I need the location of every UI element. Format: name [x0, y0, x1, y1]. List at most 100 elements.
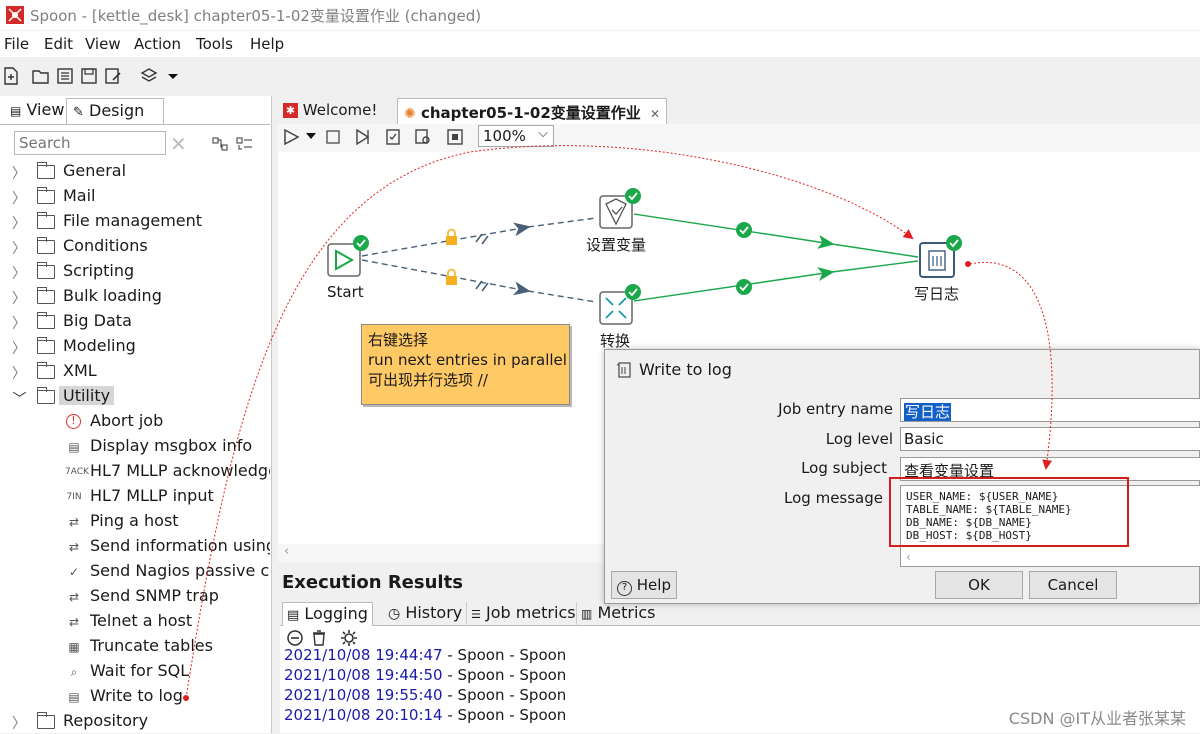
chevron-right-icon: 〉: [12, 166, 26, 182]
tree-category-bulk-loading[interactable]: 〉 Bulk loading: [0, 285, 270, 309]
log-line: 2021/10/08 20:10:14 - Spoon - Spoon: [284, 706, 566, 724]
tree-item-telnet[interactable]: ⇄ Telnet a host: [0, 610, 270, 634]
watermark: CSDN @IT从业者张某某: [1008, 709, 1186, 728]
save-as-icon[interactable]: [104, 67, 122, 85]
search-input[interactable]: [14, 131, 166, 155]
layers-icon[interactable]: [140, 67, 158, 85]
menu-file[interactable]: File: [4, 35, 29, 53]
tree-category-utility[interactable]: 〉 Utility: [0, 385, 270, 409]
tree-category-file-management[interactable]: 〉 File management: [0, 210, 270, 234]
tree-item-write-to-log[interactable]: ▤ Write to log: [0, 685, 270, 709]
help-button-label: Help: [636, 576, 671, 594]
tree-item-ping-host[interactable]: ⇄ Ping a host: [0, 510, 270, 534]
canvas-note[interactable]: 右键选择 run next entries in parallel 可出现并行选…: [361, 324, 570, 405]
save-icon[interactable]: [80, 67, 98, 85]
run-icon[interactable]: [282, 128, 302, 146]
tab-job-metrics[interactable]: ☰ Job metrics: [466, 602, 580, 626]
log-level-select[interactable]: Basic: [900, 427, 1200, 451]
ok-button[interactable]: OK: [935, 571, 1023, 599]
gear-icon[interactable]: [340, 629, 358, 647]
hop-start-to-setvars[interactable]: [361, 222, 531, 257]
tab-welcome[interactable]: ✱ Welcome!: [277, 98, 383, 124]
menu-view[interactable]: View: [85, 35, 121, 53]
transformation-node[interactable]: [599, 284, 641, 325]
folder-icon: [36, 712, 55, 729]
tab-metrics-label: Metrics: [597, 603, 656, 622]
new-file-icon[interactable]: [2, 67, 20, 85]
cancel-button[interactable]: Cancel: [1029, 571, 1117, 599]
tree-item-send-snmp[interactable]: ⇄ Send SNMP trap: [0, 585, 270, 609]
set-variables-node[interactable]: [599, 188, 641, 229]
menu-edit[interactable]: Edit: [44, 35, 73, 53]
tree-item-truncate-tables[interactable]: ▦ Truncate tables: [0, 635, 270, 659]
tree-category-xml[interactable]: 〉 XML: [0, 360, 270, 384]
tree-category-scripting[interactable]: 〉 Scripting: [0, 260, 270, 284]
tree-item-wait-sql[interactable]: ⌕ Wait for SQL: [0, 660, 270, 684]
tree-category-modeling[interactable]: 〉 Modeling: [0, 335, 270, 359]
category-label: XML: [63, 361, 97, 380]
job-entry-name-field[interactable]: 写日志: [900, 398, 1200, 422]
telnet-icon: ⇄: [68, 615, 80, 629]
zoom-select[interactable]: 100% ⌵: [478, 125, 554, 147]
job-entry-name-label: Job entry name: [778, 400, 893, 418]
log-message-label: Log message: [784, 489, 883, 507]
sql-icon[interactable]: [446, 128, 464, 146]
tree-item-send-nagios[interactable]: ✓ Send Nagios passive che: [0, 560, 270, 584]
tree-category-conditions[interactable]: 〉 Conditions: [0, 235, 270, 259]
expand-all-icon[interactable]: [212, 136, 230, 152]
write-log-node[interactable]: [919, 235, 962, 278]
canvas-hscrollbar[interactable]: ‹: [278, 544, 608, 562]
hop-setvars-to-writelog[interactable]: [633, 213, 835, 249]
menu-help[interactable]: Help: [250, 35, 284, 53]
menu-action[interactable]: Action: [134, 35, 181, 53]
chevron-right-icon: 〉: [12, 291, 26, 307]
tab-design[interactable]: ✎ Design: [66, 98, 164, 124]
item-label: Write to log: [90, 686, 183, 705]
hop-start-to-transform[interactable]: [361, 259, 531, 296]
job-entry-name-value: 写日志: [904, 403, 952, 421]
explore-repository-icon[interactable]: [56, 67, 74, 85]
hop-start-to-transform-tail: [527, 290, 597, 303]
hop-transform-to-writelog[interactable]: [633, 267, 835, 302]
clear-log-icon[interactable]: [286, 629, 304, 647]
tree-item-hl7-input[interactable]: 7IN HL7 MLLP input: [0, 485, 270, 509]
trash-icon[interactable]: [310, 629, 328, 647]
menu-tools[interactable]: Tools: [196, 35, 233, 53]
tree-category-repository[interactable]: 〉 Repository: [0, 710, 270, 734]
stop-icon[interactable]: [324, 128, 342, 146]
folder-icon: [36, 237, 55, 254]
tab-view[interactable]: ▤ View: [4, 98, 72, 124]
category-label: File management: [63, 211, 203, 230]
impact-icon[interactable]: [414, 128, 432, 146]
scroll-left-icon[interactable]: ‹: [906, 551, 911, 564]
log-message: - Spoon - Spoon: [442, 646, 567, 664]
tree-item-display-msgbox[interactable]: ▤ Display msgbox info: [0, 435, 270, 459]
tree-item-send-information[interactable]: ⇄ Send information using s: [0, 535, 270, 559]
tab-job[interactable]: ✺ chapter05-1-02变量设置作业 ✕: [397, 98, 668, 124]
run-options-dropdown-icon[interactable]: [306, 133, 316, 141]
hl7-input-icon: 7IN: [66, 492, 82, 502]
tab-history[interactable]: ◷ History: [384, 602, 466, 626]
check-job-icon[interactable]: [384, 128, 402, 146]
tree-category-big-data[interactable]: 〉 Big Data: [0, 310, 270, 334]
metrics-icon: ▥: [581, 607, 593, 621]
tab-logging[interactable]: ▤ Logging: [282, 602, 373, 626]
tab-metrics[interactable]: ▥ Metrics: [576, 602, 660, 626]
help-button[interactable]: ? Help: [611, 571, 677, 599]
close-icon[interactable]: ✕: [650, 107, 660, 121]
chevron-right-icon: 〉: [12, 216, 26, 232]
dropdown-arrow-icon[interactable]: [164, 67, 182, 85]
tree-category-mail[interactable]: 〉 Mail: [0, 185, 270, 209]
clear-search-icon[interactable]: ✕: [170, 132, 187, 156]
log-line: 2021/10/08 19:55:40 - Spoon - Spoon: [284, 686, 566, 704]
scroll-left-icon[interactable]: ‹: [284, 544, 289, 559]
collapse-all-icon[interactable]: [236, 136, 254, 152]
tree-category-general[interactable]: 〉 General: [0, 160, 270, 184]
open-file-icon[interactable]: [32, 67, 50, 85]
tree-item-abort-job[interactable]: ! Abort job: [0, 410, 270, 434]
folder-icon: [36, 387, 55, 404]
tab-job-label: chapter05-1-02变量设置作业: [420, 104, 641, 122]
tree-item-hl7-ack[interactable]: 7ACK HL7 MLLP acknowledge: [0, 460, 270, 484]
replay-icon[interactable]: [354, 128, 372, 146]
log-icon: ▤: [287, 608, 300, 623]
